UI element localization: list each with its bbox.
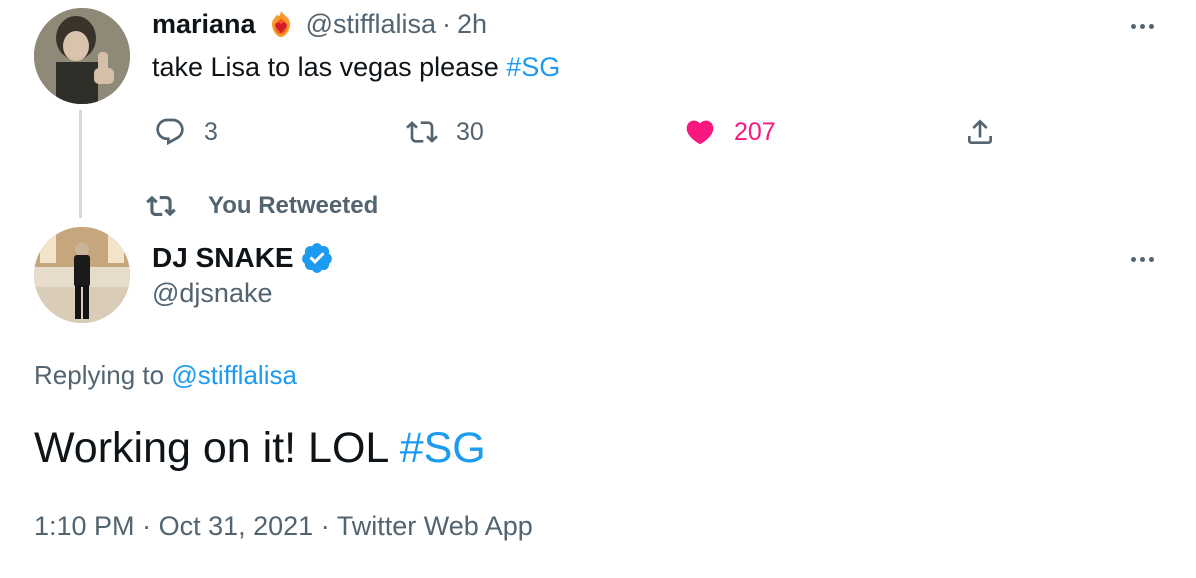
tweet2-handle[interactable]: @djsnake (152, 278, 272, 309)
retweet-icon (406, 121, 438, 143)
tweet1-display-name[interactable]: mariana (152, 9, 256, 40)
like-button[interactable]: 207 (684, 112, 776, 152)
retweet-count: 30 (456, 117, 484, 146)
tweet1-text: take Lisa to las vegas please #SG (152, 52, 560, 83)
retweet-icon (146, 195, 176, 217)
thread-connector-line (79, 110, 82, 218)
tweet-metadata: 1:10 PM · Oct 31, 2021 · Twitter Web App (34, 511, 533, 542)
more-dot-icon (1140, 257, 1145, 262)
more-options-button[interactable] (1131, 24, 1154, 29)
retweeted-label: You Retweeted (208, 192, 379, 219)
more-dot-icon (1140, 24, 1145, 29)
tweet-time[interactable]: 1:10 PM (34, 511, 135, 541)
tweet1-handle[interactable]: @stifflalisa (306, 9, 436, 40)
reply-count: 3 (204, 117, 218, 146)
avatar-djsnake[interactable] (34, 227, 130, 323)
heart-filled-icon (686, 120, 714, 145)
verified-badge-icon (301, 243, 332, 273)
tweet1-header: mariana @stifflalisa · 2h (152, 6, 487, 42)
share-button[interactable] (964, 112, 996, 152)
tweet1-separator: · (442, 8, 452, 39)
more-dot-icon (1131, 24, 1136, 29)
reply-icon (156, 118, 184, 146)
replying-to-link[interactable]: @stifflalisa (171, 360, 297, 390)
reply-button[interactable]: 3 (154, 112, 218, 152)
tweet-date[interactable]: Oct 31, 2021 (159, 511, 314, 541)
tweet1-time[interactable]: 2h (457, 9, 487, 40)
like-count: 207 (734, 117, 776, 146)
tweet2-hashtag[interactable]: #SG (400, 424, 486, 472)
more-dot-icon (1149, 24, 1154, 29)
flaming-heart-icon (271, 11, 290, 37)
avatar-image (34, 227, 130, 323)
tweet2-display-name[interactable]: DJ SNAKE (152, 242, 294, 274)
tweet2-header: DJ SNAKE (152, 238, 334, 278)
tweet1-body: take Lisa to las vegas please (152, 52, 499, 82)
meta-separator: · (320, 511, 330, 541)
share-icon (968, 119, 992, 144)
avatar-image (34, 8, 130, 104)
replying-to: Replying to @stifflalisa (34, 360, 297, 391)
more-dot-icon (1131, 257, 1136, 262)
retweeted-indicator: You Retweeted (146, 190, 378, 222)
meta-separator: · (142, 511, 152, 541)
avatar-mariana[interactable] (34, 8, 130, 104)
tweet2-text: Working on it! LOL #SG (34, 424, 486, 473)
retweet-button[interactable]: 30 (406, 112, 484, 152)
replying-prefix: Replying to (34, 360, 165, 390)
more-dot-icon (1149, 257, 1154, 262)
tweet1-hashtag[interactable]: #SG (506, 52, 560, 82)
tweet-source[interactable]: Twitter Web App (337, 511, 533, 541)
tweet2-body: Working on it! LOL (34, 424, 388, 472)
more-options-button[interactable] (1131, 257, 1154, 262)
